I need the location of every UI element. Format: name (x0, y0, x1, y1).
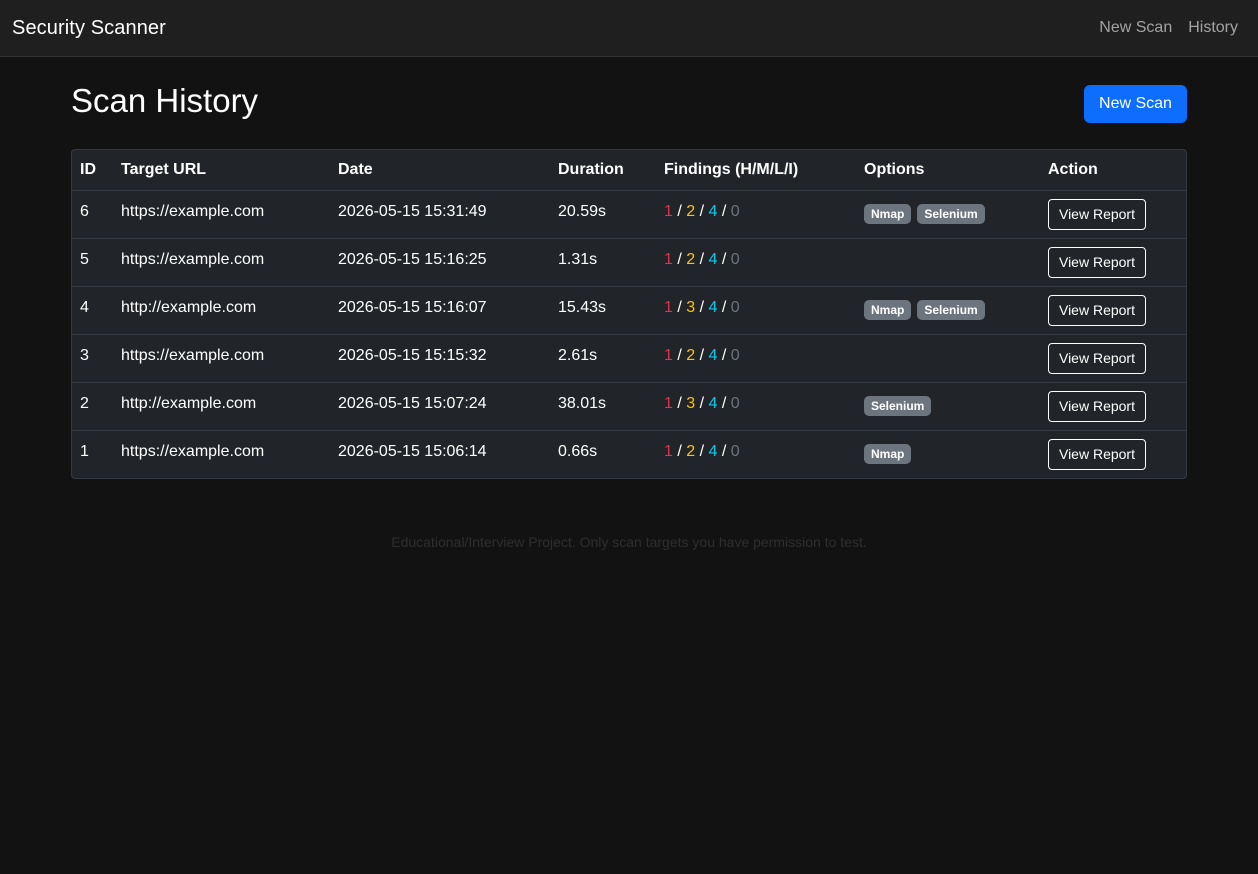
cell-action: View Report (1040, 430, 1186, 478)
findings-high: 1 (664, 298, 673, 316)
option-badge-nmap: Nmap (864, 300, 912, 320)
table-row: 5 https://example.com 2026-05-15 15:16:2… (72, 238, 1186, 287)
findings-high: 1 (664, 346, 673, 364)
cell-id: 1 (80, 442, 89, 460)
cell-findings: 1 / 3 / 4 / 0 (656, 286, 856, 335)
cell-options (856, 238, 1040, 287)
cell-id: 6 (72, 190, 113, 239)
cell-target-url: https://example.com (121, 442, 265, 460)
cell-id: 5 (72, 238, 113, 287)
brand-title[interactable]: Security Scanner (12, 17, 166, 40)
cell-options: Nmap Selenium (856, 190, 1040, 239)
cell-findings: 1 / 2 / 4 / 0 (656, 334, 856, 383)
view-report-button[interactable]: View Report (1048, 246, 1146, 278)
view-report-button[interactable]: View Report (1048, 390, 1146, 422)
header-target-url: Target URL (113, 150, 330, 191)
header-options: Options (856, 150, 1040, 191)
cell-action: View Report (1040, 238, 1186, 287)
findings-info: 0 (730, 442, 740, 460)
cell-options: Nmap Selenium (856, 286, 1040, 335)
table-row: 2 http://example.com 2026-05-15 15:07:24… (72, 382, 1186, 431)
findings-high: 1 (664, 202, 673, 220)
findings-medium: 2 (686, 346, 696, 364)
findings-medium: 3 (686, 394, 696, 412)
cell-action: View Report (1040, 286, 1186, 335)
cell-id: 4 (72, 286, 113, 335)
nav-link-history[interactable]: History (1188, 19, 1238, 37)
option-badge-selenium: Selenium (864, 396, 932, 416)
page-title: Scan History (71, 82, 259, 119)
cell-duration: 38.01s (550, 382, 656, 431)
cell-date: 2026-05-15 15:15:32 (330, 334, 550, 383)
findings-medium: 2 (686, 442, 696, 460)
header-action: Action (1040, 150, 1186, 191)
cell-date: 2026-05-15 15:31:49 (330, 190, 550, 239)
findings-high: 1 (664, 394, 673, 412)
findings-medium: 3 (686, 298, 696, 316)
table-row: 3 https://example.com 2026-05-15 15:15:3… (72, 334, 1186, 383)
cell-date: 2026-05-15 15:16:07 (330, 286, 550, 335)
cell-findings: 1 / 2 / 4 / 0 (656, 190, 856, 239)
header-duration: Duration (550, 150, 656, 191)
cell-date: 2026-05-15 15:07:24 (330, 382, 550, 431)
cell-options (856, 334, 1040, 383)
findings-info: 0 (730, 394, 740, 412)
option-badge-selenium: Selenium (917, 204, 985, 224)
cell-id: 3 (72, 334, 113, 383)
table-row: 4 http://example.com 2026-05-15 15:16:07… (72, 286, 1186, 335)
footer-disclaimer: Educational/Interview Project. Only scan… (391, 534, 867, 550)
main-content: Scan History New Scan ID Target URL Date… (71, 57, 1187, 550)
cell-action: View Report (1040, 334, 1186, 383)
new-scan-button[interactable]: New Scan (1084, 85, 1187, 123)
option-badge-selenium: Selenium (917, 300, 985, 320)
cell-options: Selenium (856, 382, 1040, 431)
cell-findings: 1 / 2 / 4 / 0 (664, 442, 740, 460)
findings-info: 0 (730, 250, 740, 268)
view-report-button[interactable]: View Report (1048, 438, 1146, 470)
view-report-button[interactable]: View Report (1048, 342, 1146, 374)
page-header: Scan History New Scan (71, 83, 1187, 149)
nav-links: New Scan History (1099, 19, 1246, 37)
header-findings: Findings (H/M/L/I) (656, 150, 856, 191)
cell-date: 2026-05-15 15:06:14 (338, 442, 487, 460)
findings-info: 0 (730, 298, 740, 316)
cell-findings: 1 / 3 / 4 / 0 (656, 382, 856, 431)
scan-history-table: ID Target URL Date Duration Findings (H/… (71, 149, 1187, 479)
cell-action: View Report (1040, 190, 1186, 239)
header-date: Date (330, 150, 550, 191)
cell-id: 2 (72, 382, 113, 431)
option-badge-nmap: Nmap (864, 444, 912, 465)
table-header-row: ID Target URL Date Duration Findings (H/… (72, 150, 1186, 191)
cell-target-url: http://example.com (113, 286, 330, 335)
view-report-button[interactable]: View Report (1048, 294, 1146, 326)
findings-high: 1 (664, 442, 673, 460)
cell-target-url: https://example.com (113, 238, 330, 287)
cell-date: 2026-05-15 15:16:25 (330, 238, 550, 287)
cell-duration: 0.66s (558, 442, 598, 460)
findings-high: 1 (664, 250, 673, 268)
findings-medium: 2 (686, 250, 696, 268)
findings-info: 0 (730, 346, 740, 364)
nav-link-new-scan[interactable]: New Scan (1099, 19, 1172, 37)
header-id: ID (72, 150, 113, 191)
cell-findings: 1 / 2 / 4 / 0 (656, 238, 856, 287)
cell-target-url: http://example.com (113, 382, 330, 431)
cell-options: Nmap (856, 430, 1040, 478)
table-row: 1 https://example.com 2026-05-15 15:06:1… (72, 430, 1186, 478)
findings-medium: 2 (686, 202, 696, 220)
cell-duration: 1.31s (550, 238, 656, 287)
table-row: 6 https://example.com 2026-05-15 15:31:4… (72, 190, 1186, 239)
navbar: Security Scanner New Scan History (0, 0, 1258, 57)
cell-duration: 15.43s (550, 286, 656, 335)
cell-target-url: https://example.com (113, 190, 330, 239)
view-report-button[interactable]: View Report (1048, 198, 1146, 230)
findings-info: 0 (730, 202, 740, 220)
cell-duration: 20.59s (550, 190, 656, 239)
cell-target-url: https://example.com (113, 334, 330, 383)
cell-duration: 2.61s (550, 334, 656, 383)
option-badge-nmap: Nmap (864, 204, 912, 224)
cell-action: View Report (1040, 382, 1186, 431)
